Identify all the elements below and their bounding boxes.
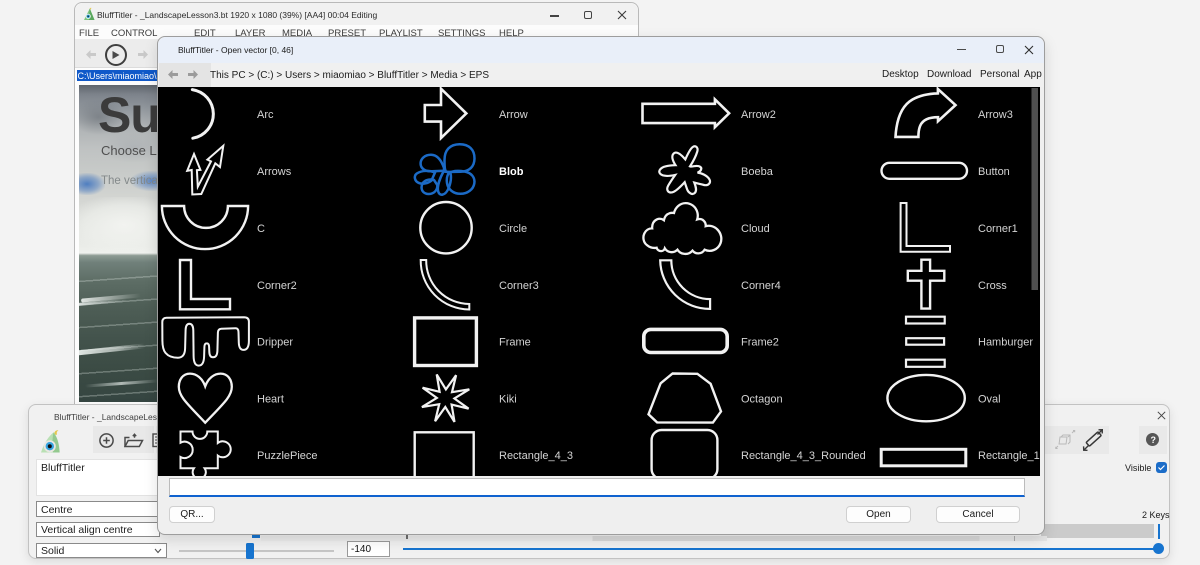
svg-text:Arc: Arc: [257, 109, 274, 121]
svg-text:Hamburger: Hamburger: [978, 337, 1033, 349]
svg-text:Rectangle_4_3: Rectangle_4_3: [499, 450, 573, 462]
svg-text:Corner3: Corner3: [499, 280, 539, 292]
svg-text:Oval: Oval: [978, 394, 1001, 406]
svg-text:Circle: Circle: [499, 223, 527, 235]
svg-text:Cloud: Cloud: [741, 223, 770, 235]
svg-text:Frame: Frame: [499, 337, 531, 349]
svg-text:Heart: Heart: [257, 394, 284, 406]
svg-text:Rectangle_16: Rectangle_16: [978, 450, 1040, 462]
svg-text:Corner4: Corner4: [741, 280, 781, 292]
svg-text:Octagon: Octagon: [741, 394, 783, 406]
svg-text:Arrows: Arrows: [257, 166, 292, 178]
svg-text:Cross: Cross: [978, 280, 1007, 292]
svg-text:Rectangle_4_3_Rounded: Rectangle_4_3_Rounded: [741, 450, 866, 462]
svg-text:Kiki: Kiki: [499, 394, 517, 406]
svg-text:PuzzlePiece: PuzzlePiece: [257, 450, 318, 462]
svg-text:Arrow2: Arrow2: [741, 109, 776, 121]
svg-text:Boeba: Boeba: [741, 166, 774, 178]
svg-text:Blob: Blob: [499, 166, 524, 178]
svg-text:Frame2: Frame2: [741, 337, 779, 349]
svg-text:Corner1: Corner1: [978, 223, 1018, 235]
svg-text:C: C: [257, 223, 265, 235]
svg-text:Dripper: Dripper: [257, 337, 293, 349]
svg-text:Corner2: Corner2: [257, 280, 297, 292]
svg-text:Button: Button: [978, 166, 1010, 178]
svg-text:Arrow3: Arrow3: [978, 109, 1013, 121]
svg-text:Arrow: Arrow: [499, 109, 528, 121]
